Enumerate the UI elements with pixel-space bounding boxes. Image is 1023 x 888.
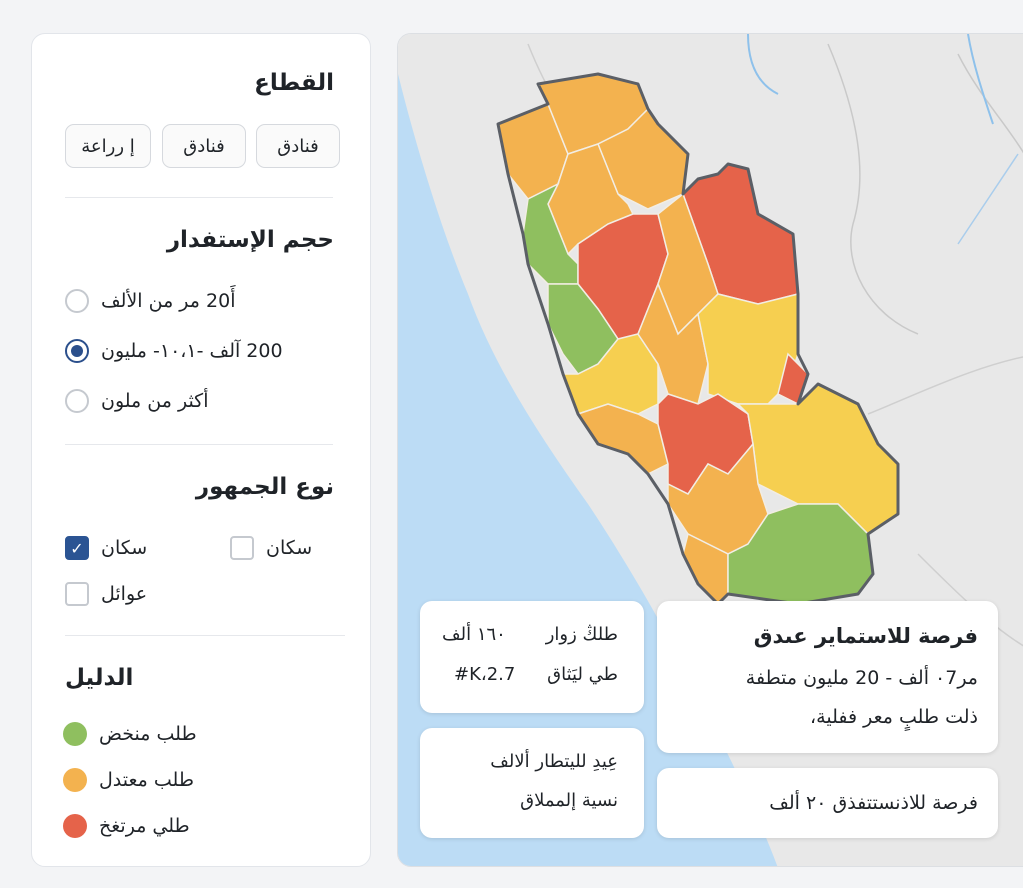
opportunity-title: فرصة للاستماير عىدق	[753, 624, 978, 648]
legend-label: طلي مرتغخ	[99, 815, 190, 837]
audience-option-1[interactable]: سكان	[230, 533, 312, 563]
audience-option-label: سكان	[266, 537, 313, 559]
audience-option-label: سكان	[101, 537, 148, 559]
checkbox[interactable]	[230, 536, 254, 560]
stats-row1-label: طلڭ زوار	[545, 624, 618, 645]
checkbox[interactable]	[65, 582, 89, 606]
audience-option-label: عوائل	[101, 583, 148, 605]
audience-option-3[interactable]: عوائل	[65, 579, 147, 609]
audience-option-2[interactable]: ✓ سكان	[65, 533, 147, 563]
audience-title: نوع الجمهور	[195, 474, 334, 500]
stats-row2-value: 2.7،K#	[454, 664, 516, 685]
legend-item-low: طلب منخض	[63, 719, 197, 749]
volume-option-label: 200 آلف -١٠،١- مليون	[101, 340, 283, 362]
opportunity-line1: مر٠7 ألف - 20 مليون متطفة	[745, 667, 978, 689]
divider	[65, 197, 333, 198]
legend-item-medium: طلب معتدل	[63, 765, 194, 795]
radio-button[interactable]	[65, 389, 89, 413]
volume-option-3[interactable]: أكثر من ملون	[65, 386, 209, 416]
legend-swatch-high	[63, 814, 87, 838]
opportunity-line2: ذلت طلبٍ معر ففلية،	[810, 706, 978, 728]
volume-option-label: أَ20 مر من الألف	[101, 290, 236, 312]
legend-swatch-medium	[63, 768, 87, 792]
map-view[interactable]: طلڭ زوار ١٦٠ ألف طي ليَثاق 2.7،K# فرصة ل…	[397, 33, 1023, 867]
growth-card: عِيدِ لليتطار ألالف نسية إلمملاق	[420, 728, 644, 838]
filter-panel: القطاع فنادق فنادق إ رراعة حجم الإستفدار…	[31, 33, 371, 867]
divider	[65, 444, 333, 445]
volume-option-1[interactable]: أَ20 مر من الألف	[65, 286, 235, 316]
volume-option-2[interactable]: 200 آلف -١٠،١- مليون	[65, 336, 283, 366]
sector-title: القطاع	[254, 70, 334, 96]
bottom-line1: فرصة للاذنستتفذق ٢٠ ألف	[769, 792, 978, 814]
opportunity-card: فرصة للاستماير عىدق مر٠7 ألف - 20 مليون …	[657, 601, 998, 753]
sector-chip-hotels-1[interactable]: فنادق	[256, 124, 340, 168]
sector-chip-agriculture[interactable]: إ رراعة	[65, 124, 151, 168]
radio-button-selected[interactable]	[65, 339, 89, 363]
stats-row1-value: ١٦٠ ألف	[442, 624, 506, 645]
bottom-card: فرصة للاذنستتفذق ٢٠ ألف	[657, 768, 998, 838]
legend-swatch-low	[63, 722, 87, 746]
sector-chip-hotels-2[interactable]: فنادق	[162, 124, 246, 168]
legend-item-high: طلي مرتغخ	[63, 811, 190, 841]
growth-line2: نسية إلمملاق	[520, 790, 618, 811]
legend-label: طلب منخض	[99, 723, 197, 745]
checkbox-checked[interactable]: ✓	[65, 536, 89, 560]
volume-title: حجم الإستفدار	[166, 227, 334, 253]
legend-label: طلب معتدل	[99, 769, 194, 791]
stats-row2-label: طي ليَثاق	[547, 664, 618, 685]
growth-line1: عِيدِ لليتطار ألالف	[490, 751, 618, 772]
radio-button[interactable]	[65, 289, 89, 313]
divider	[65, 635, 345, 636]
legend-title: الدليل	[65, 665, 134, 691]
stats-card: طلڭ زوار ١٦٠ ألف طي ليَثاق 2.7،K#	[420, 601, 644, 713]
volume-option-label: أكثر من ملون	[101, 390, 209, 412]
